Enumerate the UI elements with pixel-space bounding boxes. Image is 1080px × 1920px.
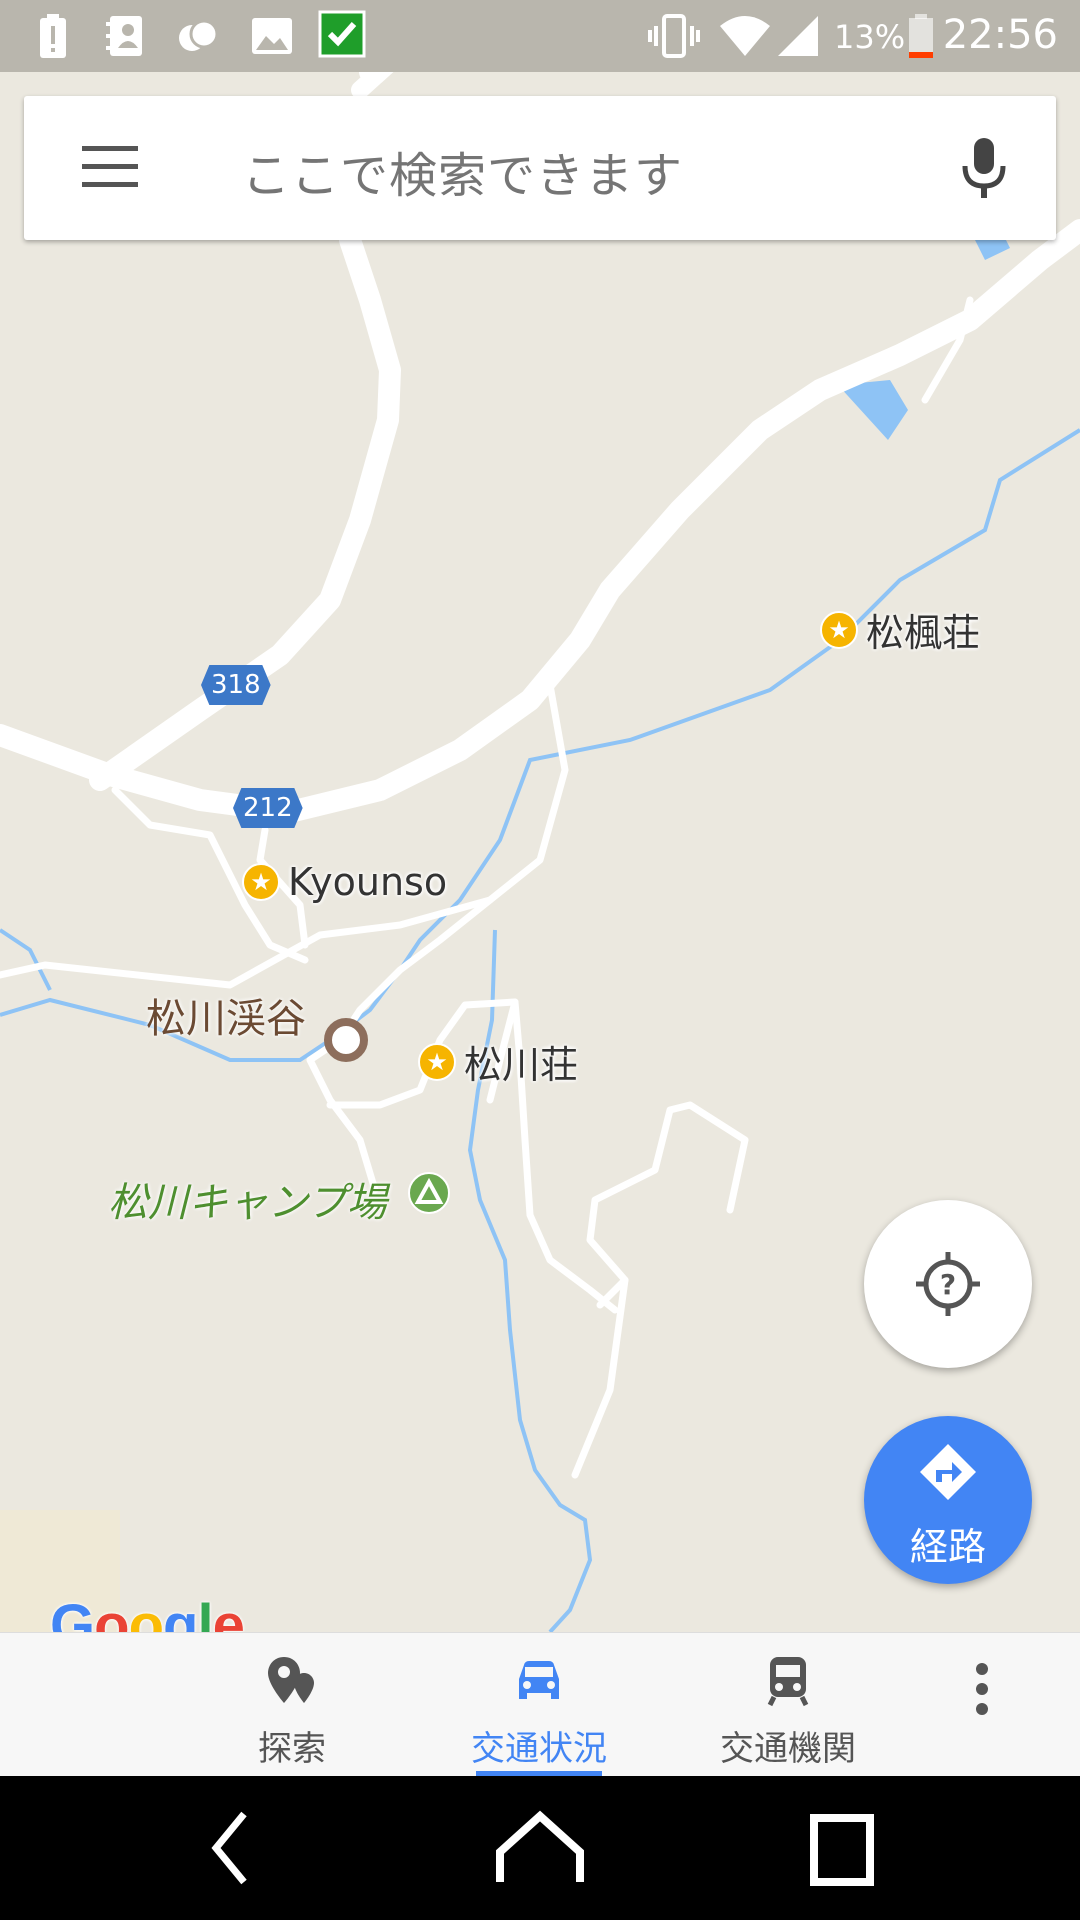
poi-label: 松川荘 (464, 1043, 579, 1087)
route-shield-318: 318 (201, 665, 271, 705)
tab-label: 探索 (258, 1729, 326, 1769)
clock: 22:56 (942, 12, 1058, 58)
tab-explore[interactable]: 探索 (200, 1633, 384, 1777)
search-input[interactable]: ここで検索できます (242, 136, 683, 206)
tab-traffic[interactable]: 交通状況 (444, 1633, 634, 1777)
signal-icon (778, 16, 818, 56)
back-icon[interactable] (200, 1806, 260, 1890)
directions-icon (920, 1444, 976, 1500)
navigation-bar (0, 1776, 1080, 1920)
campground-icon (408, 1172, 450, 1214)
poi-kyounso[interactable]: ★ Kyounso (242, 860, 447, 904)
poi-shofuso[interactable]: ★ 松楓荘 (820, 602, 980, 657)
train-icon (767, 1657, 809, 1707)
home-icon[interactable] (490, 1806, 590, 1890)
status-bar: 13% 22:56 (0, 0, 1080, 72)
star-poi-icon: ★ (242, 863, 280, 901)
hamburger-menu-icon[interactable] (80, 142, 140, 190)
route-shield-212: 212 (233, 788, 303, 828)
image-icon (252, 18, 292, 54)
social-icon (179, 19, 219, 51)
battery-icon (909, 14, 933, 58)
battery-percent: 13% (834, 18, 906, 56)
map-canvas[interactable]: 318 212 ★ 松楓荘 ★ Kyounso ★ 松川荘 松川渓谷 松川キャン… (0, 72, 1080, 1658)
directions-button[interactable]: 経路 (864, 1416, 1032, 1584)
more-vert-icon[interactable] (970, 1661, 994, 1717)
battery-alert-icon (40, 14, 66, 58)
landmark-dot-icon (324, 1018, 368, 1062)
vibrate-icon (648, 14, 700, 58)
poi-label: 松楓荘 (866, 611, 981, 655)
contacts-icon (106, 16, 142, 56)
campground-label[interactable]: 松川キャンプ場 (108, 1170, 387, 1228)
tab-label: 交通状況 (471, 1729, 607, 1769)
location-unknown-icon: ? (916, 1252, 980, 1316)
car-icon (519, 1661, 559, 1699)
explore-icon (268, 1657, 314, 1703)
tab-transit[interactable]: 交通機関 (700, 1633, 876, 1777)
svg-text:?: ? (940, 1268, 956, 1301)
search-bar[interactable]: ここで検索できます (24, 96, 1056, 240)
checkmark-app-icon (318, 10, 366, 58)
landmark-label[interactable]: 松川渓谷 (146, 986, 306, 1044)
tab-label: 交通機関 (720, 1729, 856, 1769)
directions-label: 経路 (909, 1525, 986, 1569)
bottom-tab-bar: 探索 交通状況 交通機関 (0, 1632, 1080, 1777)
map-roads-water (0, 72, 1080, 1632)
my-location-button[interactable]: ? (864, 1200, 1032, 1368)
poi-matsukawaso[interactable]: ★ 松川荘 (418, 1034, 578, 1089)
wifi-icon (720, 16, 770, 56)
star-poi-icon: ★ (418, 1042, 456, 1081)
star-poi-icon: ★ (820, 610, 858, 649)
poi-label: Kyounso (288, 860, 448, 904)
microphone-icon[interactable] (959, 136, 1009, 200)
recents-icon[interactable] (806, 1806, 878, 1890)
